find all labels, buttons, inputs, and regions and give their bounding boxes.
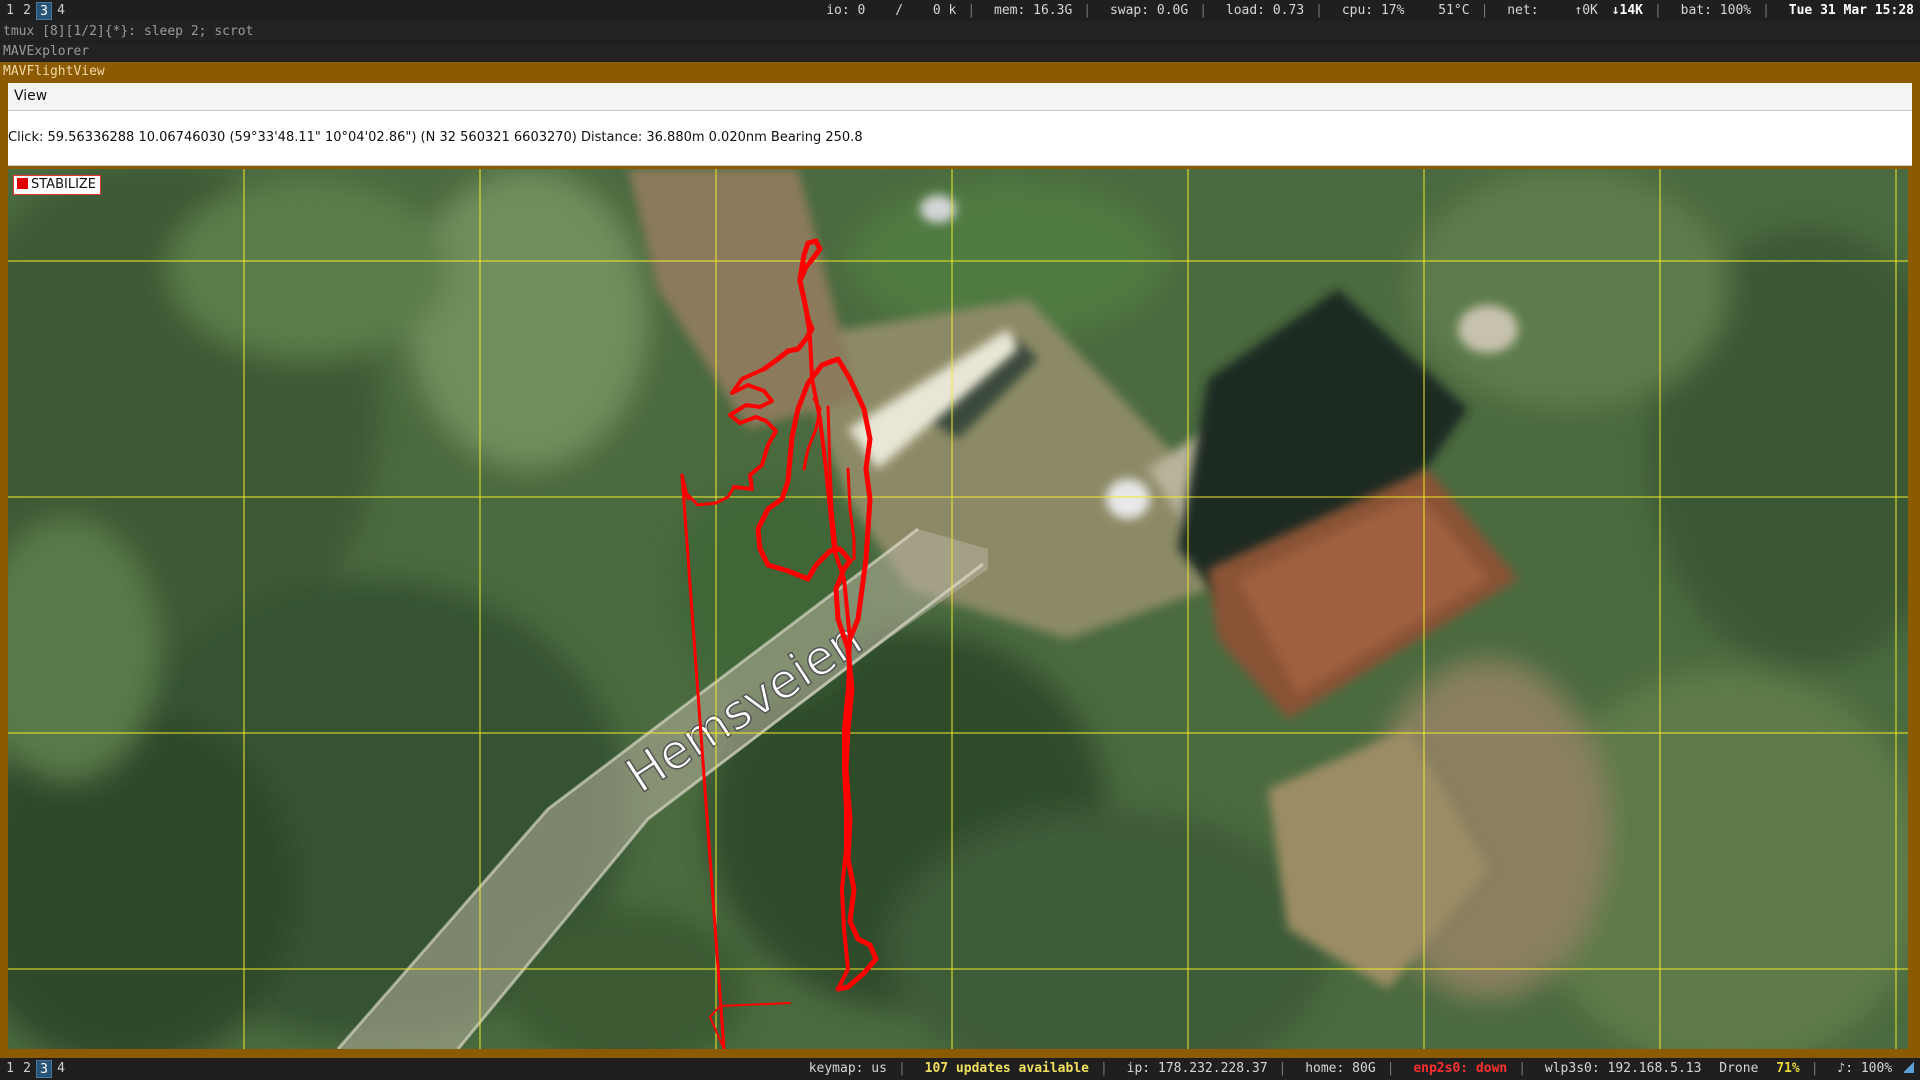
click-info-bar: Click: 59.56336288 10.06746030 (59°33'48… (8, 111, 1912, 166)
mavflightview-window-title[interactable]: MAVFlightView (0, 62, 1920, 81)
workspace-2-button[interactable]: 2 (19, 2, 35, 20)
workspace-4-button[interactable]: 4 (53, 2, 69, 20)
mavflightview-window: View Click: 59.56336288 10.06746030 (59°… (0, 81, 1920, 1052)
bottom-workspace-4-button[interactable]: 4 (53, 1060, 69, 1078)
wifi-ssid: Drone (1719, 1061, 1759, 1076)
io-k-status: 0 k (932, 3, 957, 18)
bottom-system-status: keymap: us | 107 updates available | ip: 1… (809, 1058, 1914, 1080)
workspace-3-button[interactable]: 3 (36, 2, 52, 20)
io-separator: / (895, 3, 904, 18)
bottom-status-bar: 1 2 3 4 keymap: us | 107 updates availabl… (0, 1058, 1920, 1080)
battery-status: bat: 100% (1680, 3, 1752, 18)
ip-status: ip: 178.232.228.37 (1126, 1061, 1268, 1076)
menu-bar: View (8, 83, 1912, 111)
cpu-status: cpu: 17% (1341, 3, 1405, 18)
keymap-status: keymap: us (808, 1061, 887, 1076)
system-status: io: 0 / 0 k | mem: 16.3G | swap: 0.0G | loa… (826, 3, 1914, 18)
top-status-bar: 1 2 3 4 io: 0 / 0 k | mem: 16.3G | swap: 0… (0, 0, 1920, 22)
mode-color-swatch (17, 178, 28, 189)
swap-status: swap: 0.0G (1109, 3, 1189, 18)
tmux-title: tmux [8][1/2]{*}: sleep 2; scrot (0, 22, 1920, 41)
volume-status: ♪: 100% (1837, 1061, 1893, 1076)
bottom-workspace-3-button[interactable]: 3 (36, 1060, 52, 1078)
wifi-status: wlp3s0: 192.168.5.13 (1544, 1061, 1702, 1076)
mavexplorer-window-title[interactable]: MAVExplorer (0, 42, 1920, 61)
click-info-text: Click: 59.56336288 10.06746030 (59°33'48… (8, 130, 863, 145)
map-view[interactable]: Hemsveien STABILIZE (8, 169, 1908, 1049)
bottom-workspace-2-button[interactable]: 2 (19, 1060, 35, 1078)
updates-status: 107 updates available (924, 1061, 1089, 1076)
net-down: ↓14K (1611, 3, 1643, 18)
net-label: net: (1507, 3, 1539, 18)
signal-bars-icon (1904, 1061, 1914, 1073)
home-disk-status: home: 80G (1305, 1061, 1376, 1076)
flight-mode-badge: STABILIZE (13, 175, 102, 195)
workspace-1-button[interactable]: 1 (2, 2, 18, 20)
bottom-workspace-1-button[interactable]: 1 (2, 1060, 18, 1078)
ethernet-status: enp2s0: down (1413, 1061, 1508, 1076)
temp-status: 51°C (1438, 3, 1470, 18)
wifi-signal: 71% (1776, 1061, 1800, 1076)
mem-status: mem: 16.3G (994, 3, 1073, 18)
flight-mode-label: STABILIZE (31, 177, 97, 192)
satellite-map[interactable]: Hemsveien (8, 169, 1908, 1049)
io-status: io: 0 (826, 3, 866, 18)
net-up: ↑0K (1574, 3, 1598, 18)
clock: Tue 31 Mar 15:28 (1788, 3, 1914, 18)
load-status: load: 0.73 (1225, 3, 1305, 18)
view-menu[interactable]: View (14, 88, 47, 104)
